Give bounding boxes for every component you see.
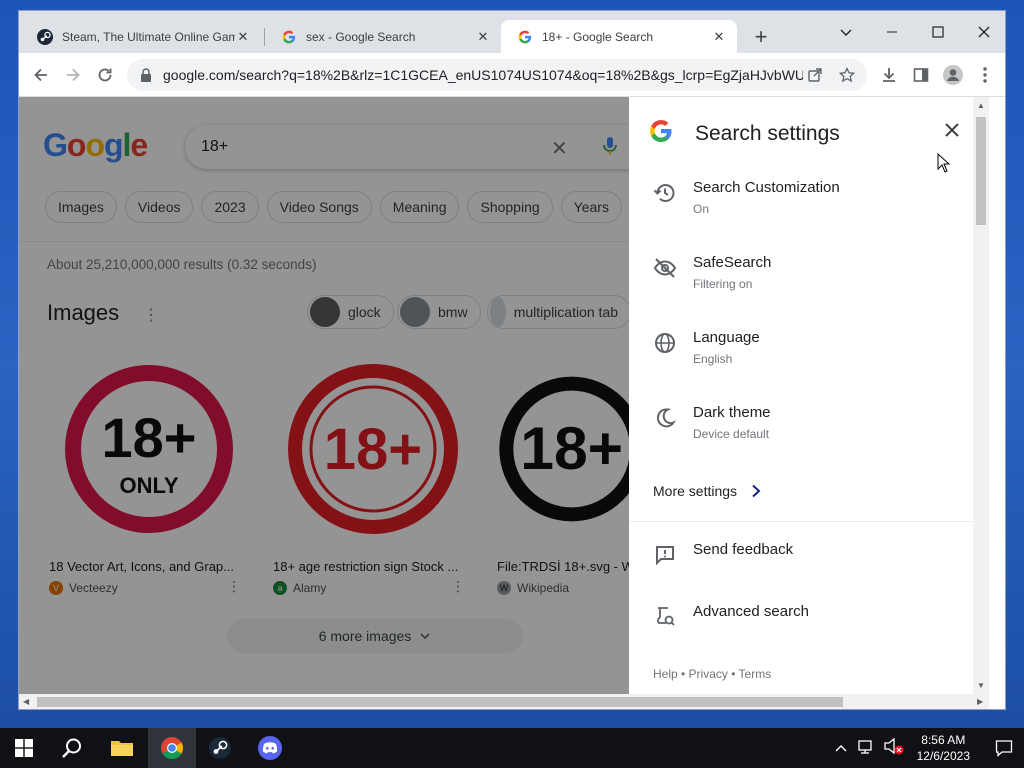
new-tab-button[interactable]: + [749,24,773,49]
folder-icon [111,741,133,756]
scrollbar-thumb[interactable] [37,697,843,707]
advanced-search-label: Advanced search [693,603,809,620]
panel-title: Search settings [695,121,840,145]
tab-steam[interactable]: Steam, The Ultimate Online Gam ✕ [21,20,261,53]
chrome-icon [161,737,183,759]
chevron-right-icon [752,484,761,498]
chrome-taskbar-button[interactable] [148,728,196,768]
profile-avatar-icon[interactable] [941,63,965,87]
setting-value: English [693,352,733,366]
panel-footer-links[interactable]: Help • Privacy • Terms [653,667,771,681]
taskbar: 8:56 AM 12/6/2023 [0,728,1024,768]
scroll-left-icon[interactable]: ◀ [23,697,29,706]
tab-title: sex - Google Search [306,29,416,44]
address-bar[interactable]: google.com/search?q=18%2B&rlz=1C1GCEA_en… [127,59,867,91]
system-tray: 8:56 AM 12/6/2023 [835,728,1024,768]
feedback-icon [653,543,677,567]
tab-title: Steam, The Ultimate Online Gam [62,29,235,44]
history-icon [653,181,677,205]
scroll-down-icon[interactable]: ▼ [977,681,985,690]
setting-safesearch[interactable]: SafeSearch Filtering on [653,254,771,291]
panel-divider [629,521,973,522]
lock-icon[interactable] [139,68,153,82]
share-icon[interactable] [803,63,827,87]
steam-taskbar-button[interactable] [196,728,244,768]
more-settings-label: More settings [653,483,738,499]
setting-label: Language [693,329,760,346]
menu-kebab-icon[interactable] [973,63,997,87]
setting-value: Device default [693,427,770,441]
vertical-scrollbar[interactable]: ▲ ▼ [973,97,989,694]
tab-strip: Steam, The Ultimate Online Gam ✕ sex - G… [19,11,1005,53]
setting-dark-theme[interactable]: Dark theme Device default [653,404,771,441]
browser-toolbar: google.com/search?q=18%2B&rlz=1C1GCEA_en… [19,53,1005,97]
windows-icon [15,739,33,757]
setting-value: On [693,202,710,216]
volume-muted-icon[interactable] [883,737,905,760]
google-g-icon [517,29,533,45]
network-icon[interactable] [857,738,875,759]
tab-18-search[interactable]: 18+ - Google Search ✕ [501,20,737,53]
search-icon [62,738,81,758]
taskbar-clock[interactable]: 8:56 AM 12/6/2023 [917,732,970,764]
google-g-icon [649,119,673,148]
setting-search-customization[interactable]: Search Customization On [653,179,840,216]
reload-button[interactable] [93,63,117,87]
search-settings-panel: Search settings Search Customization On … [629,97,973,694]
setting-value: Filtering on [693,277,753,291]
globe-icon [653,331,677,355]
clock-time: 8:56 AM [921,733,966,747]
forward-button[interactable] [61,63,85,87]
download-icon[interactable] [877,63,901,87]
horizontal-scrollbar[interactable]: ◀ ▶ [19,694,989,709]
tab-close-icon[interactable]: ✕ [235,29,251,45]
more-settings-link[interactable]: More settings [653,483,761,499]
notification-center-icon[interactable] [984,728,1024,768]
close-window-button[interactable] [961,17,1005,47]
bookmark-star-icon[interactable] [835,63,859,87]
tab-title: 18+ - Google Search [542,29,654,44]
discord-taskbar-button[interactable] [246,728,294,768]
advanced-search-button[interactable]: Advanced search [653,603,809,629]
tab-close-icon[interactable]: ✕ [711,29,727,45]
minimize-button[interactable] [869,17,915,47]
setting-language[interactable]: Language English [653,329,760,366]
google-g-icon [281,29,297,45]
show-hidden-icons-icon[interactable] [835,739,847,757]
back-button[interactable] [29,63,53,87]
setting-label: Dark theme [693,404,771,421]
close-panel-icon[interactable] [941,119,963,141]
start-button[interactable] [0,728,48,768]
send-feedback-label: Send feedback [693,541,794,558]
discord-icon [258,736,282,760]
scrollbar-thumb[interactable] [976,117,986,225]
send-feedback-button[interactable]: Send feedback [653,541,793,567]
tab-search-icon[interactable] [823,17,869,47]
panel-header: Search settings [649,119,840,148]
mouse-cursor-icon [937,152,951,178]
search-button[interactable] [48,728,96,768]
maximize-button[interactable] [915,17,961,47]
setting-label: Search Customization [693,179,840,196]
url-text: google.com/search?q=18%2B&rlz=1C1GCEA_en… [163,67,803,83]
side-panel-icon[interactable] [909,63,933,87]
steam-icon [37,28,53,45]
file-explorer-button[interactable] [98,728,146,768]
browser-window: Steam, The Ultimate Online Gam ✕ sex - G… [18,10,1006,710]
advanced-search-icon [653,605,677,629]
steam-icon [209,737,231,759]
scroll-up-icon[interactable]: ▲ [977,101,985,110]
setting-label: SafeSearch [693,254,772,271]
tab-sex-search[interactable]: sex - Google Search ✕ [265,20,501,53]
scroll-right-icon[interactable]: ▶ [977,697,983,706]
clock-date: 12/6/2023 [916,749,970,763]
eye-off-icon [653,256,677,280]
moon-icon [653,406,677,430]
tab-close-icon[interactable]: ✕ [475,29,491,45]
